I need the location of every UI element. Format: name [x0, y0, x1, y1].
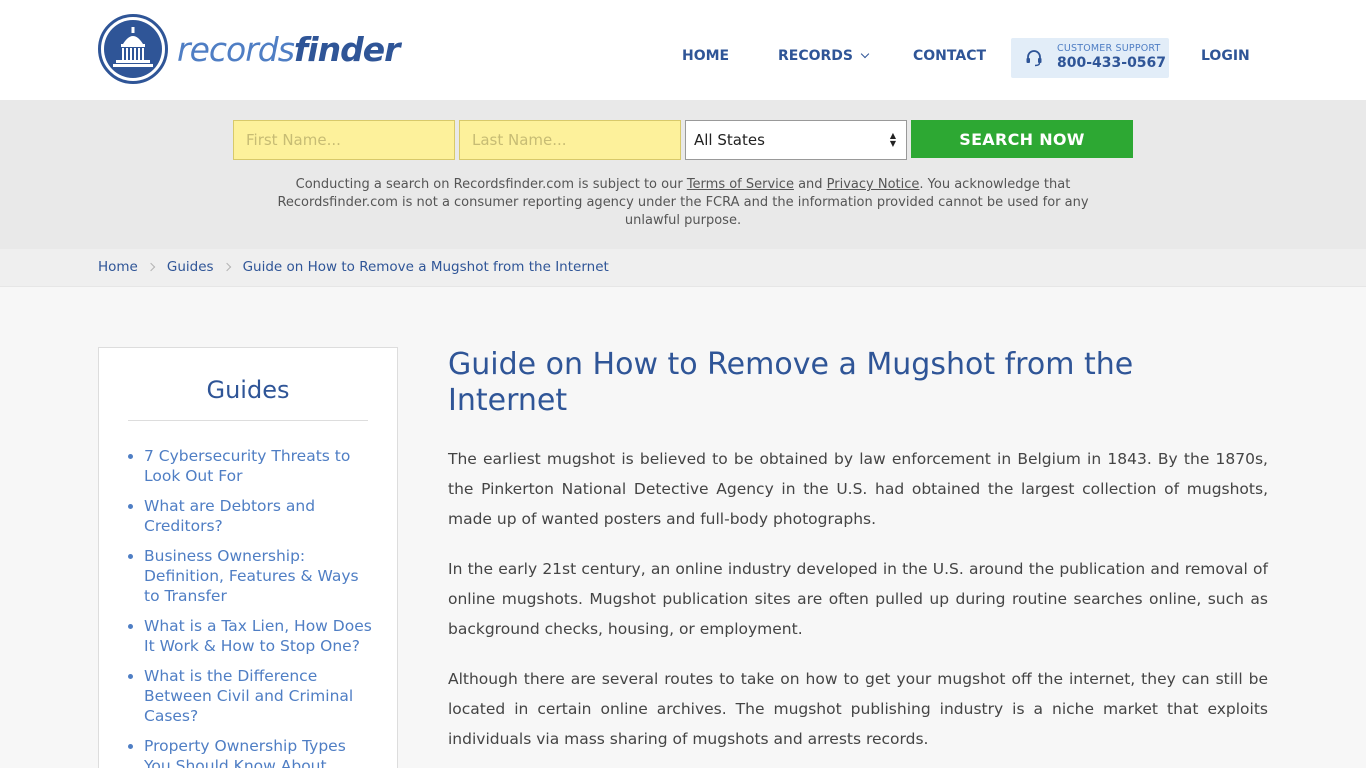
- sidebar-divider: [128, 420, 368, 421]
- list-item: What is the Difference Between Civil and…: [128, 666, 374, 726]
- breadcrumb-current[interactable]: Guide on How to Remove a Mugshot from th…: [243, 259, 609, 275]
- select-arrows-icon: ▲ ▼: [889, 131, 896, 148]
- site-logo[interactable]: recordsfinder: [98, 14, 400, 84]
- chevron-down-icon: [860, 49, 870, 59]
- guide-link[interactable]: 7 Cybersecurity Threats to Look Out For: [144, 447, 350, 485]
- logo-text-finder: finder: [293, 29, 400, 69]
- last-name-input[interactable]: [459, 120, 681, 160]
- breadcrumb: Home Guides Guide on How to Remove a Mug…: [0, 249, 1366, 287]
- article-paragraph: In the early 21st century, an online ind…: [448, 560, 1268, 638]
- chevron-right-icon: [146, 262, 156, 272]
- list-item: Property Ownership Types You Should Know…: [128, 736, 374, 768]
- list-item: Business Ownership: Definition, Features…: [128, 546, 374, 606]
- capitol-dome-icon: [98, 14, 168, 84]
- guide-link[interactable]: What are Debtors and Creditors?: [144, 497, 315, 535]
- article-title: Guide on How to Remove a Mugshot from th…: [448, 347, 1134, 418]
- guide-link[interactable]: What is a Tax Lien, How Does It Work & H…: [144, 617, 372, 655]
- list-item: What are Debtors and Creditors?: [128, 496, 374, 536]
- guides-sidebar: Guides 7 Cybersecurity Threats to Look O…: [98, 347, 398, 768]
- nav-records[interactable]: RECORDS: [778, 48, 870, 64]
- site-header: recordsfinder HOME RECORDS CONTACT CUSTO…: [0, 0, 1366, 100]
- search-now-button[interactable]: SEARCH NOW: [911, 120, 1133, 158]
- nav-contact[interactable]: CONTACT: [913, 48, 986, 64]
- list-item: What is a Tax Lien, How Does It Work & H…: [128, 616, 374, 656]
- nav-records-label: RECORDS: [778, 48, 854, 64]
- logo-text-records: records: [177, 29, 295, 69]
- article-paragraph: The earliest mugshot is believed to be o…: [448, 450, 1268, 528]
- list-item: 7 Cybersecurity Threats to Look Out For: [128, 446, 374, 486]
- headset-icon: [1026, 50, 1042, 67]
- nav-login[interactable]: LOGIN: [1201, 48, 1250, 64]
- search-disclaimer: Conducting a search on Recordsfinder.com…: [250, 176, 1116, 230]
- disclaimer-text-and: and: [793, 177, 827, 192]
- disclaimer-text-start: Conducting a search on Recordsfinder.com…: [295, 177, 687, 192]
- nav-home[interactable]: HOME: [682, 48, 729, 64]
- terms-of-service-link[interactable]: Terms of Service: [687, 177, 794, 192]
- guide-link[interactable]: Property Ownership Types You Should Know…: [144, 737, 346, 768]
- sidebar-title: Guides: [206, 376, 290, 404]
- support-phone: 800-433-0567: [1057, 55, 1167, 71]
- support-label: CUSTOMER SUPPORT: [1057, 43, 1161, 54]
- state-select-value: All States: [694, 131, 765, 149]
- article: Guide on How to Remove a Mugshot from th…: [448, 347, 1268, 748]
- breadcrumb-guides[interactable]: Guides: [167, 259, 214, 275]
- customer-support-button[interactable]: CUSTOMER SUPPORT 800-433-0567: [1011, 38, 1169, 78]
- guide-link[interactable]: What is the Difference Between Civil and…: [144, 667, 353, 725]
- article-paragraph: Although there are several routes to tak…: [448, 670, 1268, 748]
- first-name-input[interactable]: [233, 120, 455, 160]
- search-band: All States ▲▼ SEARCH NOW Conducting a se…: [0, 100, 1366, 249]
- privacy-notice-link[interactable]: Privacy Notice: [827, 177, 920, 192]
- guides-list: 7 Cybersecurity Threats to Look Out For …: [128, 446, 374, 768]
- breadcrumb-home[interactable]: Home: [98, 259, 138, 275]
- chevron-right-icon: [222, 262, 231, 272]
- guide-link[interactable]: Business Ownership: Definition, Features…: [144, 547, 359, 605]
- state-select[interactable]: All States ▲ ▼: [685, 120, 907, 160]
- logo-wordmark: recordsfinder: [177, 29, 400, 69]
